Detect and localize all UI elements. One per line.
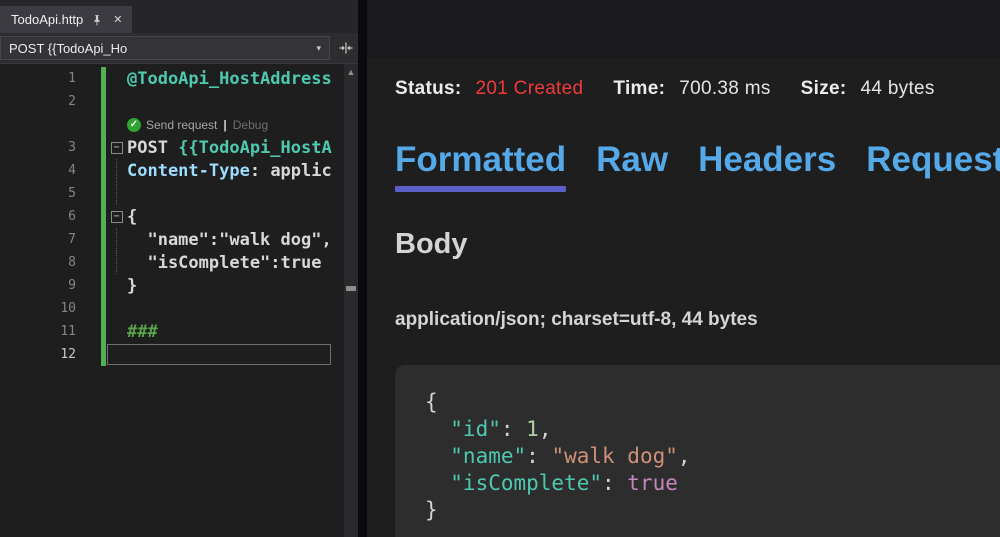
editor-line-current: 12 [0,343,344,366]
pin-icon[interactable] [91,14,103,26]
response-status-row: Status: 201 Created Time: 700.38 ms Size… [395,78,1000,100]
tab-formatted[interactable]: Formatted [395,140,566,192]
chevron-down-icon: ▾ [316,43,321,54]
time-group: Time: 700.38 ms [613,78,770,100]
code-line-11: ### [127,322,158,342]
line-number: 2 [0,94,76,109]
editor-line: 7 "name":"walk dog", [0,228,344,251]
line-number: 4 [0,163,76,178]
json-line: "id": 1, [425,416,982,443]
change-bar [101,343,106,366]
editor-pane: TodoApi.http ✕ POST {{TodoApi_Ho ▾ 1 @To… [0,0,358,537]
fold-collapse-icon[interactable]: − [111,211,123,223]
code-line-7: "name":"walk dog", [127,230,332,250]
active-tab-underline [395,186,566,192]
document-tab-strip: TodoApi.http ✕ [0,0,358,33]
size-label: Size: [801,78,847,100]
current-line-box [107,344,331,365]
close-icon[interactable]: ✕ [113,13,122,26]
size-value: 44 bytes [861,78,935,100]
line-number: 3 [0,140,76,155]
document-tab-title: TodoApi.http [11,12,83,27]
fold-guide [116,251,117,274]
json-line: } [425,497,982,524]
editor-line: 10 [0,297,344,320]
editor-line: 1 @TodoApi_HostAddress [0,67,344,90]
http-toolbar: POST {{TodoApi_Ho ▾ [0,33,358,64]
fold-guide [116,182,117,205]
code-line-1: @TodoApi_HostAddress [127,69,332,89]
line-number: 8 [0,255,76,270]
editor-line: 5 [0,182,344,205]
fold-guide [116,228,117,251]
debug-link[interactable]: Debug [233,118,268,132]
response-body-json: { "id": 1, "name": "walk dog", "isComple… [395,365,1000,537]
code-line-3: POST {{TodoApi_HostA [127,138,332,158]
time-label: Time: [613,78,665,100]
request-selector-dropdown[interactable]: POST {{TodoApi_Ho ▾ [0,36,330,60]
time-value: 700.38 ms [679,78,770,100]
line-number: 11 [0,324,76,339]
codelens-separator: | [223,118,226,132]
line-number: 9 [0,278,76,293]
pane-splitter[interactable] [358,0,367,537]
fold-guide [116,159,117,182]
send-request-link[interactable]: Send request [146,118,217,132]
line-number: 5 [0,186,76,201]
request-selector-value: POST {{TodoApi_Ho [9,41,127,56]
json-line: "name": "walk dog", [425,443,982,470]
status-label: Status: [395,78,462,100]
json-line: { [425,389,982,416]
code-line-6: { [127,207,137,227]
editor-line: 3 − POST {{TodoApi_HostA [0,136,344,159]
editor-line: 9 } [0,274,344,297]
tab-raw[interactable]: Raw [596,140,668,192]
line-number: 7 [0,232,76,247]
scrollbar-thumb[interactable] [346,286,356,291]
line-number: 1 [0,71,76,86]
tab-headers[interactable]: Headers [698,140,836,192]
line-number: 6 [0,209,76,224]
line-number: 10 [0,301,76,316]
check-icon: ✓ [127,118,141,132]
line-number: 12 [0,347,76,362]
editor-line: 11 ### [0,320,344,343]
response-pane: Status: 201 Created Time: 700.38 ms Size… [367,0,1000,537]
response-tabs: Formatted Raw Headers Request [395,140,1000,192]
code-line-9: } [127,276,137,296]
response-pane-top-strip [367,0,1000,58]
fold-collapse-icon[interactable]: − [111,142,123,154]
editor-line: 2 [0,90,344,113]
editor-line: 4 Content-Type: applic [0,159,344,182]
code-line-4: Content-Type: applic [127,161,332,181]
content-type-line: application/json; charset=utf-8, 44 byte… [395,309,1000,331]
code-editor[interactable]: 1 @TodoApi_HostAddress 2 ✓ Send request … [0,64,344,537]
size-group: Size: 44 bytes [801,78,935,100]
tab-request[interactable]: Request [866,140,1000,192]
code-line-8: "isComplete":true [127,253,321,273]
document-tab[interactable]: TodoApi.http ✕ [0,6,132,33]
split-editor-icon[interactable] [338,40,354,56]
json-line: "isComplete": true [425,470,982,497]
scroll-up-icon[interactable]: ▲ [344,64,358,77]
codelens-row: ✓ Send request | Debug [0,113,344,136]
editor-scrollbar[interactable]: ▲ [344,64,358,537]
status-group: Status: 201 Created [395,78,583,100]
body-heading: Body [395,228,1000,261]
editor-line: 8 "isComplete":true [0,251,344,274]
editor-line: 6 − { [0,205,344,228]
status-value: 201 Created [476,78,584,100]
